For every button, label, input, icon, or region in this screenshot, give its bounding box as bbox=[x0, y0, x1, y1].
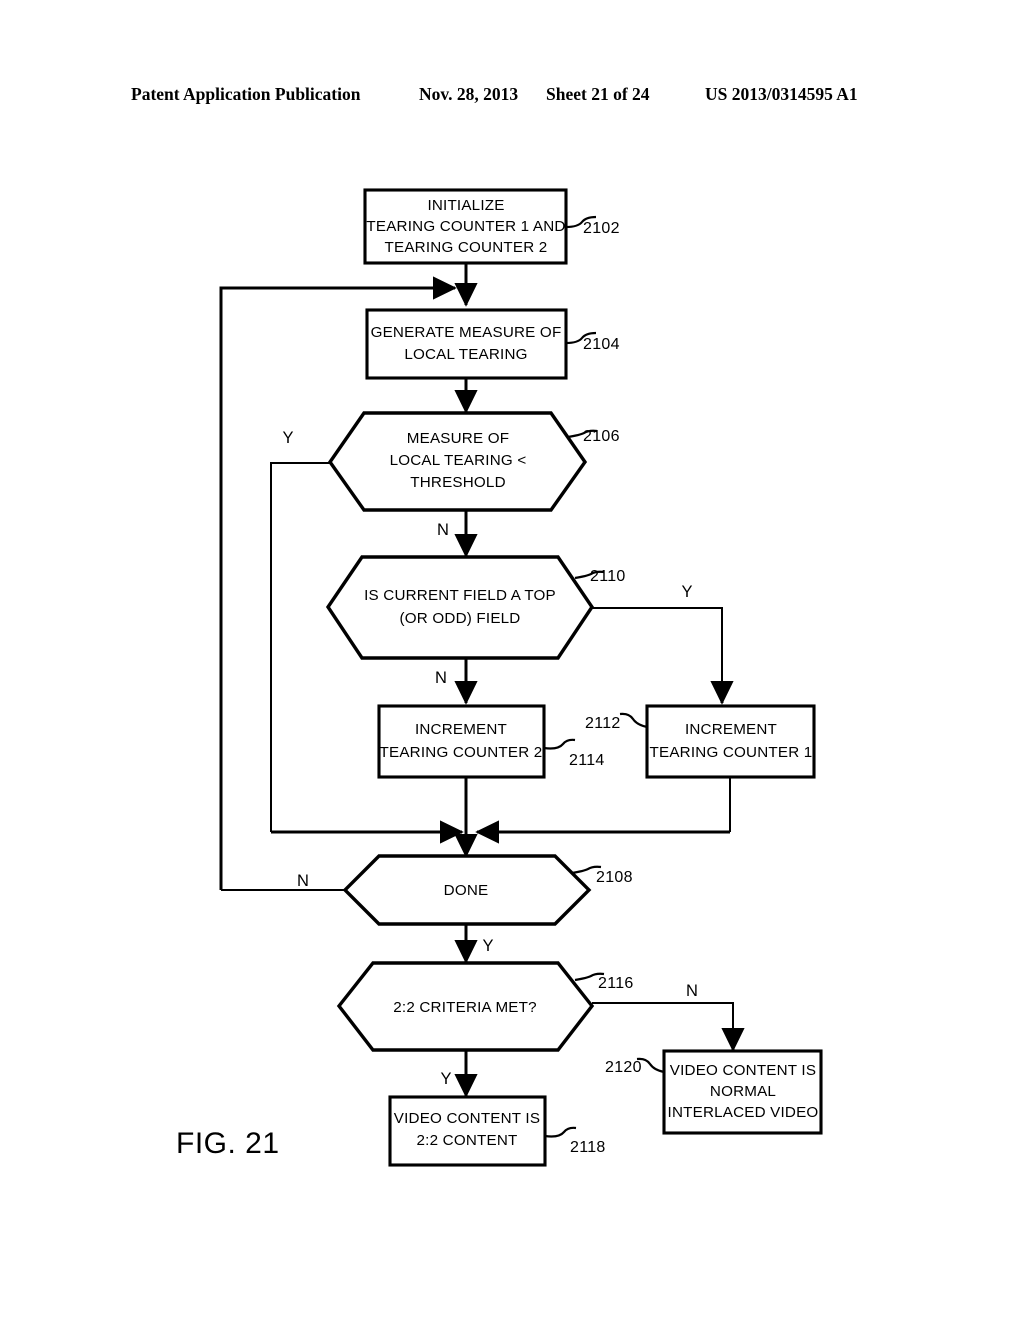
node-2106-line-2: THRESHOLD bbox=[410, 474, 505, 491]
figure-caption: FIG. 21 bbox=[176, 1127, 280, 1160]
flowchart-diagram: INITIALIZE TEARING COUNTER 1 AND TEARING… bbox=[219, 188, 823, 1167]
leader-2118 bbox=[544, 1126, 577, 1138]
node-2120-line-2: INTERLACED VIDEO bbox=[668, 1104, 819, 1121]
node-2102-line-1: TEARING COUNTER 1 AND bbox=[366, 218, 565, 235]
branch-label-2106-no: N bbox=[437, 521, 449, 539]
node-2116-line-0: 2:2 CRITERIA MET? bbox=[393, 999, 537, 1016]
leader-2114 bbox=[543, 738, 576, 750]
leader-2112 bbox=[619, 712, 648, 729]
node-2102-line-2: TEARING COUNTER 2 bbox=[385, 239, 548, 256]
ref-2110: 2110 bbox=[590, 568, 626, 585]
node-2112-line-1: TEARING COUNTER 1 bbox=[650, 744, 813, 761]
branch-label-2106-yes: Y bbox=[282, 429, 293, 447]
branch-label-2108-no: N bbox=[297, 872, 309, 890]
node-2102-line-0: INITIALIZE bbox=[427, 197, 504, 214]
ref-2120: 2120 bbox=[605, 1059, 642, 1076]
connector-2106-yes bbox=[270, 462, 330, 832]
branch-label-2108-yes: Y bbox=[482, 937, 493, 955]
branch-label-2116-yes: Y bbox=[440, 1070, 451, 1088]
node-2120-line-1: NORMAL bbox=[710, 1083, 776, 1100]
node-2114-line-0: INCREMENT bbox=[415, 721, 507, 738]
ref-2102: 2102 bbox=[583, 220, 620, 237]
node-2120-line-0: VIDEO CONTENT IS bbox=[670, 1062, 816, 1079]
branch-label-2116-no: N bbox=[686, 982, 698, 1000]
node-2114: INCREMENT TEARING COUNTER 2 2114 bbox=[377, 704, 605, 779]
node-2108: DONE 2108 bbox=[342, 854, 633, 926]
node-2102: INITIALIZE TEARING COUNTER 1 AND TEARING… bbox=[363, 188, 620, 265]
ref-2104: 2104 bbox=[583, 336, 620, 353]
node-2112: INCREMENT TEARING COUNTER 1 2112 bbox=[585, 704, 816, 779]
node-2110: IS CURRENT FIELD A TOP (OR ODD) FIELD 21… bbox=[325, 555, 626, 660]
node-2110-line-0: IS CURRENT FIELD A TOP bbox=[364, 587, 556, 604]
node-2104-line-1: LOCAL TEARING bbox=[404, 346, 527, 363]
node-2112-line-0: INCREMENT bbox=[685, 721, 777, 738]
ref-2118: 2118 bbox=[570, 1139, 606, 1156]
branch-label-2110-no: N bbox=[435, 669, 447, 687]
patent-page: Patent Application Publication Nov. 28, … bbox=[0, 0, 1024, 1320]
node-2104-line-0: GENERATE MEASURE OF bbox=[371, 324, 562, 341]
ref-2112: 2112 bbox=[585, 715, 621, 732]
node-2116: 2:2 CRITERIA MET? 2116 bbox=[336, 961, 634, 1052]
node-2114-line-1: TEARING COUNTER 2 bbox=[380, 744, 543, 761]
node-2106: MEASURE OF LOCAL TEARING < THRESHOLD 210… bbox=[327, 411, 620, 512]
node-2106-line-1: LOCAL TEARING < bbox=[390, 452, 527, 469]
node-2118-line-1: 2:2 CONTENT bbox=[417, 1132, 518, 1149]
node-2106-line-0: MEASURE OF bbox=[407, 430, 509, 447]
branch-label-2110-yes: Y bbox=[681, 583, 692, 601]
ref-2108: 2108 bbox=[596, 869, 633, 886]
node-2104: GENERATE MEASURE OF LOCAL TEARING 2104 bbox=[365, 308, 620, 380]
node-2110-line-1: (OR ODD) FIELD bbox=[400, 610, 521, 627]
ref-2106: 2106 bbox=[583, 428, 620, 445]
node-2120: VIDEO CONTENT IS NORMAL INTERLACED VIDEO… bbox=[605, 1049, 823, 1135]
connector-2110-yes bbox=[592, 607, 723, 700]
ref-2114: 2114 bbox=[569, 752, 605, 769]
node-2118-line-0: VIDEO CONTENT IS bbox=[394, 1110, 540, 1127]
ref-2116: 2116 bbox=[598, 975, 634, 992]
node-2118: VIDEO CONTENT IS 2:2 CONTENT 2118 bbox=[388, 1095, 606, 1167]
connector-2116-no bbox=[592, 1002, 734, 1046]
node-2108-line-0: DONE bbox=[444, 882, 489, 899]
